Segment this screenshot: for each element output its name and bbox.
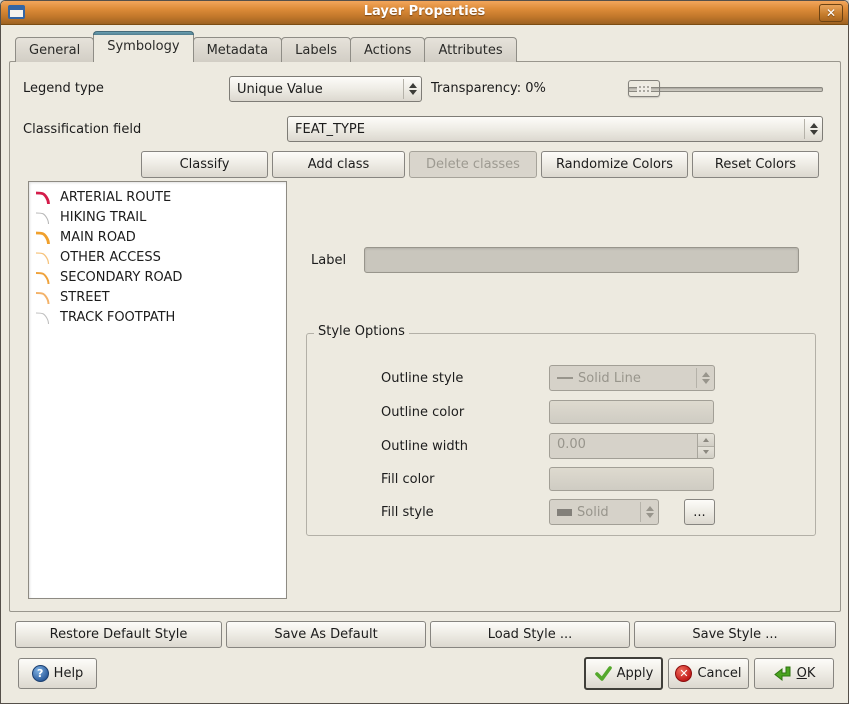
apply-check-icon (594, 665, 613, 682)
load-style-button[interactable]: Load Style ... (430, 621, 630, 648)
symbology-panel (9, 61, 841, 612)
tab-metadata[interactable]: Metadata (193, 37, 283, 62)
ok-button[interactable]: OK (754, 658, 834, 689)
cancel-button[interactable]: ✕ Cancel (668, 658, 749, 689)
titlebar[interactable]: Layer Properties ✕ (1, 1, 848, 25)
cancel-icon: ✕ (675, 665, 692, 682)
restore-default-style-button[interactable]: Restore Default Style (15, 621, 222, 648)
apply-button[interactable]: Apply (584, 657, 663, 690)
ok-return-arrow-icon (773, 665, 793, 683)
layer-properties-dialog: Layer Properties ✕ General Symbology Met… (0, 0, 849, 704)
tab-labels[interactable]: Labels (281, 37, 351, 62)
save-style-button[interactable]: Save Style ... (634, 621, 836, 648)
tab-symbology[interactable]: Symbology (93, 31, 193, 62)
tab-general[interactable]: General (15, 37, 94, 62)
tab-attributes[interactable]: Attributes (424, 37, 516, 62)
tab-bar: General Symbology Metadata Labels Action… (15, 32, 516, 62)
tab-actions[interactable]: Actions (350, 37, 426, 62)
help-icon: ? (32, 665, 49, 682)
help-button[interactable]: ? Help (18, 658, 97, 689)
save-as-default-button[interactable]: Save As Default (226, 621, 426, 648)
close-icon[interactable]: ✕ (819, 4, 843, 22)
window-title: Layer Properties (1, 4, 848, 19)
